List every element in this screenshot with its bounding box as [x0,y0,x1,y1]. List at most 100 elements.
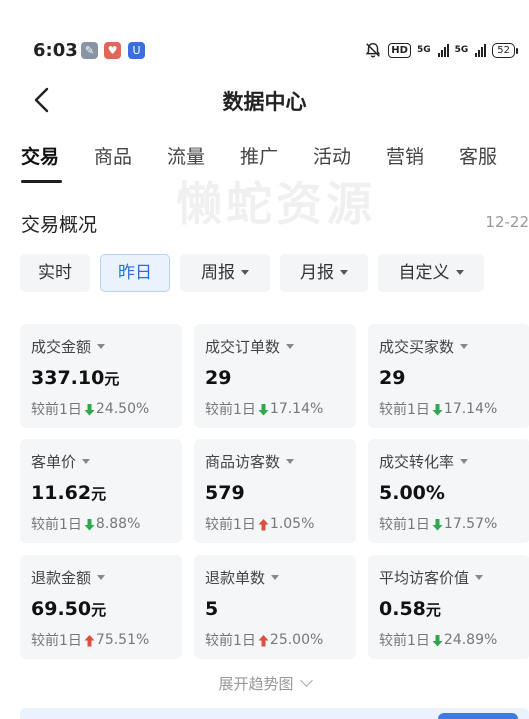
tab-traffic[interactable]: 流量 [167,142,205,169]
metric-value: 69.50元 [31,598,107,620]
metric-value: 0.58元 [379,598,441,620]
metric-compare: 较前1日 8.88% [31,516,141,533]
arrow-down-icon [432,634,443,646]
caret-down-icon [455,270,464,275]
metric-compare: 较前1日 17.14% [379,401,498,418]
status-time: 6:03 [33,40,78,61]
watermark: 懒蛇资源 [176,177,376,231]
caret-down-icon [97,575,106,580]
metric-value: 579 [205,482,245,504]
caret-down-icon [460,344,469,349]
metric-compare: 较前1日 17.14% [205,401,324,418]
shield-app-icon: U [128,42,145,59]
caret-down-icon [460,459,469,464]
signal-2-label: 5G [454,45,469,55]
wrench-app-icon: ✎ [81,42,98,59]
metric-label: 客单价 [31,451,91,472]
arrow-down-icon [258,403,269,415]
filter-realtime[interactable]: 实时 [20,254,90,292]
caret-down-icon [82,459,91,464]
metric-compare: 较前1日 17.57% [379,516,498,533]
metric-compare: 较前1日 75.51% [31,632,150,649]
caret-down-icon [286,344,295,349]
metric-card-product-visitors[interactable]: 商品访客数 579 较前1日 1.05% [194,439,356,543]
metric-unit: 元 [104,370,120,388]
metric-card-refund-amount[interactable]: 退款金额 69.50元较前1日 75.51% [20,555,182,659]
section-title: 交易概况 [21,214,98,236]
caret-down-icon [271,575,280,580]
expand-label: 展开趋势图 [218,675,294,693]
metric-label: 商品访客数 [205,451,295,472]
battery-icon: 52 [492,42,518,58]
caret-down-icon [97,344,106,349]
metric-value: 29 [205,367,232,389]
metric-compare: 较前1日 1.05% [205,516,315,533]
arrow-up-icon [258,634,269,646]
metric-unit: 元 [425,601,441,619]
metric-label: 成交金额 [31,336,106,357]
filter-yesterday[interactable]: 昨日 [100,254,170,292]
metric-card-buyer-count[interactable]: 成交买家数 29 较前1日 17.14% [368,324,529,428]
metric-card-avg-visitor-value[interactable]: 平均访客价值 0.58元较前1日 24.89% [368,555,529,659]
metric-value: 29 [379,367,406,389]
metric-value: 337.10元 [31,367,120,389]
arrow-down-icon [84,518,95,530]
arrow-down-icon [432,518,443,530]
caret-down-icon [241,270,249,275]
expand-trend-button[interactable]: 展开趋势图 [0,673,529,694]
tab-customer-service[interactable]: 客服 [459,142,497,169]
metric-compare: 较前1日 24.50% [31,401,150,418]
metric-value: 11.62元 [31,482,107,504]
metric-compare: 较前1日 24.89% [379,632,498,649]
arrow-up-icon [84,634,95,646]
metric-label: 退款金额 [31,567,106,588]
active-tab-indicator [21,180,62,183]
hd-badge: HD [388,42,411,58]
bell-off-icon [366,42,381,58]
metric-label: 成交订单数 [205,336,295,357]
metric-value: 5 [205,598,219,620]
metric-label: 成交买家数 [379,336,469,357]
filter-label: 昨日 [118,263,152,283]
filter-weekly[interactable]: 周报 [180,254,270,292]
arrow-down-icon [84,403,95,415]
chevron-down-icon [299,674,313,687]
metric-card-avg-order-value[interactable]: 客单价 11.62元较前1日 8.88% [20,439,182,543]
caret-down-icon [475,575,484,580]
section-date: 12-22 [485,213,529,231]
filter-label: 实时 [38,263,72,283]
tab-activity[interactable]: 活动 [313,142,351,169]
metric-label: 退款单数 [205,567,280,588]
filter-label: 月报 [300,263,334,283]
tab-promotion[interactable]: 推广 [240,142,278,169]
tab-trade[interactable]: 交易 [21,142,59,169]
filter-label: 周报 [201,263,235,283]
metric-card-conversion-rate[interactable]: 成交转化率 5.00% 较前1日 17.57% [368,439,529,543]
metric-compare: 较前1日 25.00% [205,632,324,649]
filter-monthly[interactable]: 月报 [280,254,368,292]
arrow-down-icon [432,403,443,415]
metric-unit: 元 [91,485,107,503]
filter-label: 自定义 [398,263,450,283]
tab-products[interactable]: 商品 [94,142,132,169]
caret-down-icon [286,459,295,464]
metric-card-refund-orders[interactable]: 退款单数 5 较前1日 25.00% [194,555,356,659]
status-icons: HD 5G 5G 52 [364,41,518,59]
metric-card-gmv[interactable]: 成交金额 337.10元较前1日 24.50% [20,324,182,428]
tab-marketing[interactable]: 营销 [386,142,424,169]
arrow-up-icon [258,518,269,530]
metric-unit: 元 [91,601,107,619]
bottom-action-button[interactable] [438,713,518,719]
status-bar: 6:03 ✎ ♥ U HD 5G 5G 52 [0,0,529,100]
page-title: 数据中心 [222,90,307,114]
signal-2-icon [475,43,487,57]
metric-card-order-count[interactable]: 成交订单数 29 较前1日 17.14% [194,324,356,428]
heart-app-icon: ♥ [104,42,121,59]
filter-custom[interactable]: 自定义 [378,254,484,292]
metric-label: 成交转化率 [379,451,469,472]
signal-1-label: 5G [416,45,431,55]
metric-label: 平均访客价值 [379,567,484,588]
signal-1-icon [437,43,449,57]
metric-value: 5.00% [379,482,445,504]
caret-down-icon [340,270,348,275]
